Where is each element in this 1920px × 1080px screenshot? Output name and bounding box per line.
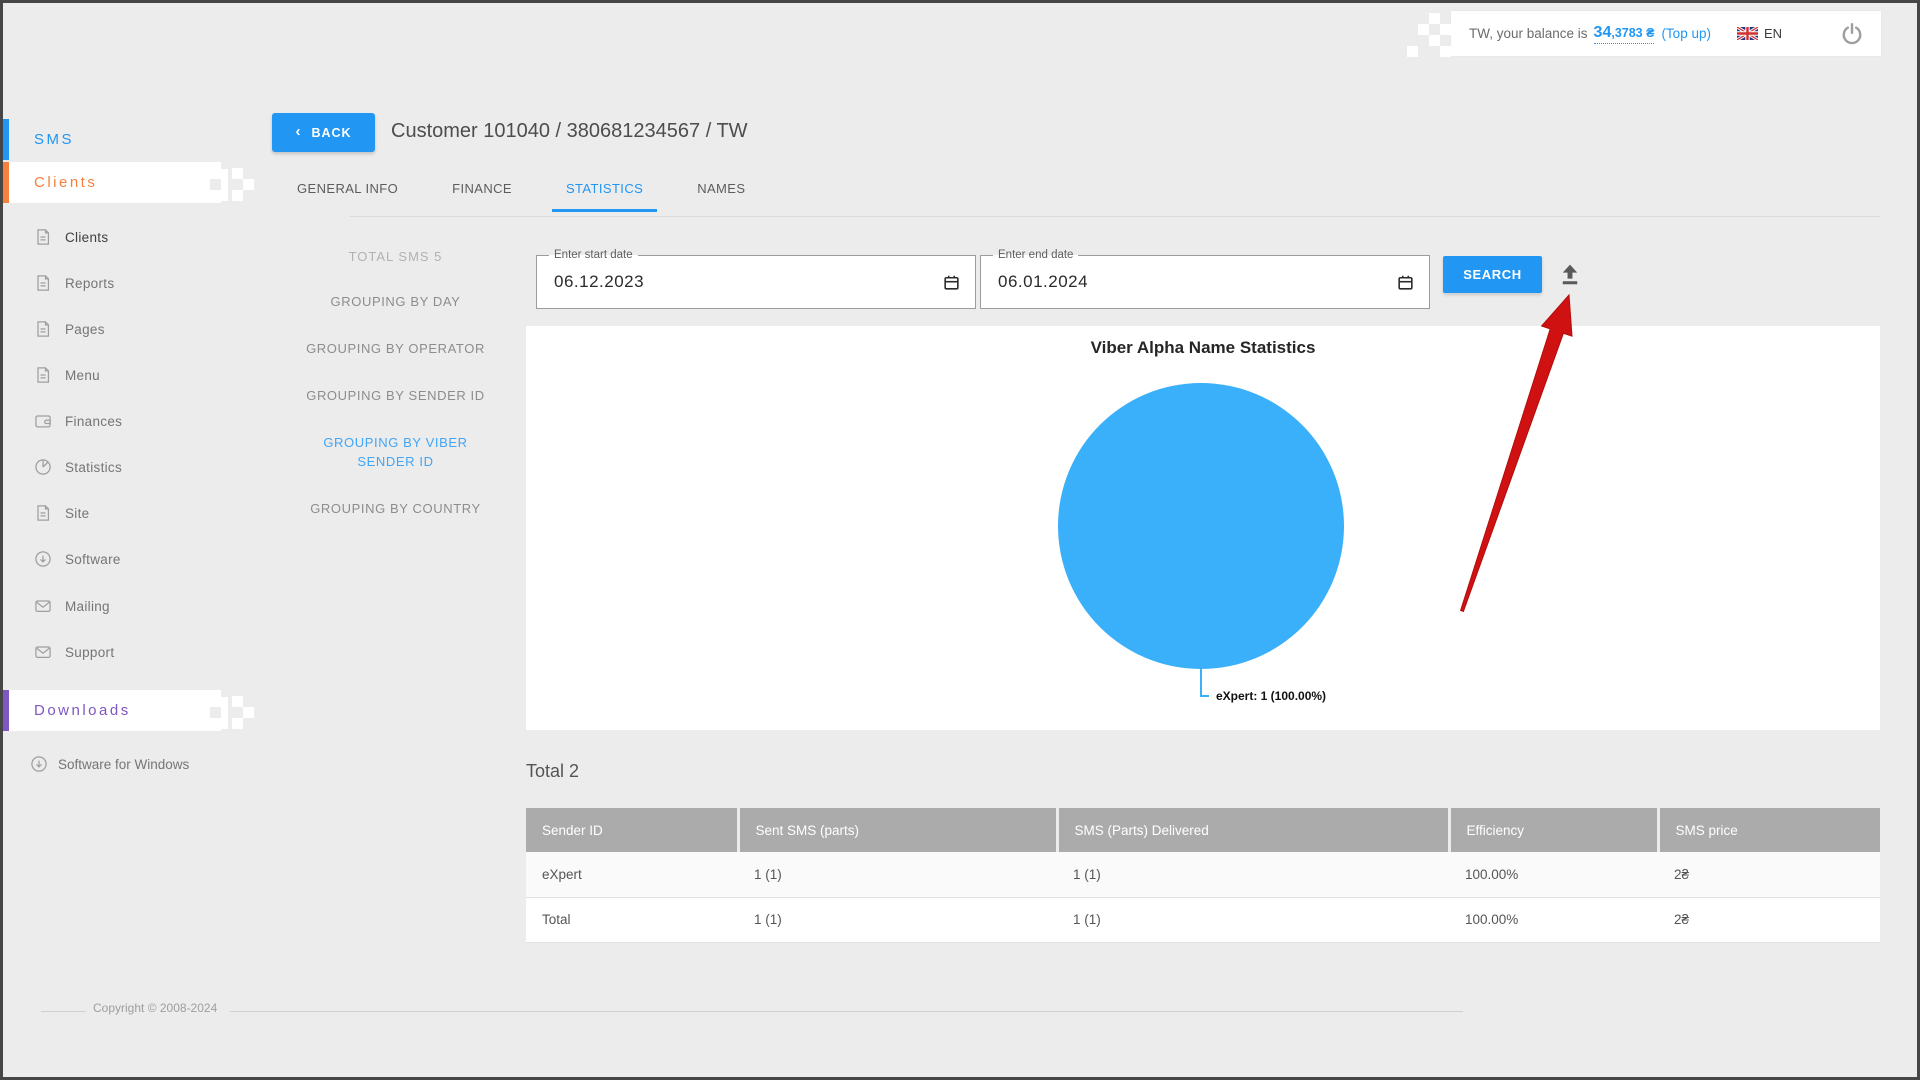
- wallet-icon: [35, 415, 51, 428]
- statistics-table: Sender ID Sent SMS (parts) SMS (Parts) D…: [526, 808, 1880, 943]
- sidebar-item-support[interactable]: Support: [33, 637, 114, 667]
- envelope-icon: [35, 646, 51, 659]
- sidebar-item-menu[interactable]: Menu: [33, 360, 100, 390]
- pixel-decoration: [210, 158, 254, 208]
- sidebar-item-clients[interactable]: Clients: [33, 222, 108, 252]
- pixel-decoration: [210, 686, 254, 736]
- sidebar: SMS Clients Clients Reports Pages Menu F…: [3, 3, 254, 1077]
- sidebar-section-sms[interactable]: SMS: [3, 119, 228, 160]
- subnav-grouping-by-country[interactable]: GROUPING BY COUNTRY: [283, 485, 508, 532]
- sidebar-item-pages[interactable]: Pages: [33, 314, 105, 344]
- start-date-field[interactable]: Enter start date 06.12.2023: [536, 248, 976, 309]
- copyright-text: Copyright © 2008-2024: [93, 1001, 218, 1015]
- end-date-label: Enter end date: [993, 248, 1079, 263]
- footer-divider: [230, 1011, 1463, 1012]
- language-label: EN: [1763, 26, 1783, 41]
- tab-bar: GENERAL INFO FINANCE STATISTICS NAMES: [283, 181, 759, 212]
- document-icon: [37, 367, 50, 383]
- column-header-sms-price: SMS price: [1658, 808, 1880, 852]
- power-icon: [1842, 22, 1862, 44]
- uk-flag-icon: [1736, 27, 1758, 40]
- pie-leader-line: [1200, 669, 1202, 697]
- end-date-field[interactable]: Enter end date 06.01.2024: [980, 248, 1430, 309]
- start-date-value[interactable]: 06.12.2023: [554, 272, 644, 292]
- document-icon: [37, 275, 50, 291]
- pie-slice-expert: [1058, 383, 1344, 669]
- envelope-icon: [35, 600, 51, 613]
- sidebar-section-clients[interactable]: Clients: [3, 158, 254, 208]
- sidebar-section-label: SMS: [34, 131, 75, 148]
- sidebar-item-software[interactable]: Software: [33, 544, 121, 574]
- search-button[interactable]: SEARCH: [1443, 256, 1542, 293]
- table-row-total: Total 1 (1) 1 (1) 100.00% 2₴: [526, 897, 1880, 943]
- sidebar-section-label: Downloads: [34, 702, 131, 719]
- column-header-delivered: SMS (Parts) Delivered: [1057, 808, 1451, 852]
- start-date-label: Enter start date: [549, 248, 638, 263]
- subnav-grouping-by-operator[interactable]: GROUPING BY OPERATOR: [283, 325, 508, 372]
- balance-label: TW, your balance is: [1469, 26, 1588, 41]
- chart-panel: Viber Alpha Name Statistics eXpert: 1 (1…: [526, 326, 1880, 730]
- section-indicator: [3, 690, 9, 731]
- table-total-heading: Total 2: [526, 761, 580, 781]
- app-window: TW, your balance is 34,3783 ₴ (Top up) E…: [0, 0, 1920, 1080]
- calendar-icon[interactable]: [942, 273, 961, 292]
- section-indicator: [3, 162, 9, 203]
- pie-leader-line: [1200, 695, 1209, 697]
- document-icon: [37, 321, 50, 337]
- topbar-panel: TW, your balance is 34,3783 ₴ (Top up) E…: [1407, 11, 1881, 57]
- chart-title: Viber Alpha Name Statistics: [1090, 338, 1316, 357]
- subnav-grouping-by-day[interactable]: GROUPING BY DAY: [283, 278, 508, 325]
- balance-amount[interactable]: 34,3783 ₴: [1593, 24, 1655, 44]
- tab-statistics[interactable]: STATISTICS: [551, 181, 658, 212]
- document-icon: [37, 229, 50, 245]
- chevron-left-icon: ‹: [295, 123, 302, 140]
- tab-general-info[interactable]: GENERAL INFO: [283, 181, 412, 212]
- table-header-row: Sender ID Sent SMS (parts) SMS (Parts) D…: [526, 808, 1880, 852]
- sidebar-item-statistics[interactable]: Statistics: [33, 452, 122, 482]
- sidebar-item-mailing[interactable]: Mailing: [33, 591, 110, 621]
- section-indicator: [3, 119, 9, 160]
- column-header-sender-id: Sender ID: [526, 808, 740, 852]
- pie-slice-label: eXpert: 1 (100.00%): [1216, 689, 1327, 703]
- tabs-divider: [350, 216, 1880, 217]
- document-icon: [37, 505, 50, 521]
- download-icon: [35, 551, 51, 567]
- logout-button[interactable]: [1837, 19, 1867, 49]
- column-header-efficiency: Efficiency: [1449, 808, 1660, 852]
- subnav-grouping-by-sender-id[interactable]: GROUPING BY SENDER ID: [283, 372, 508, 419]
- sidebar-item-software-for-windows[interactable]: Software for Windows: [29, 751, 204, 778]
- pixel-decoration: [1407, 13, 1451, 57]
- pie-chart-icon: [35, 459, 51, 475]
- upload-icon: [1562, 264, 1578, 285]
- top-up-link[interactable]: (Top up): [1661, 26, 1711, 41]
- sidebar-section-downloads[interactable]: Downloads: [3, 686, 254, 736]
- back-button[interactable]: ‹ BACK: [272, 113, 375, 152]
- statistics-subnav: TOTAL SMS 5 GROUPING BY DAY GROUPING BY …: [283, 231, 571, 532]
- page-title: Customer 101040 / 380681234567 / TW: [391, 120, 748, 142]
- tab-names[interactable]: NAMES: [683, 181, 759, 212]
- end-date-value[interactable]: 06.01.2024: [998, 272, 1088, 292]
- subnav-grouping-by-viber-sender-id[interactable]: GROUPING BY VIBER SENDER ID: [283, 419, 571, 485]
- column-header-sent-sms: Sent SMS (parts): [738, 808, 1059, 852]
- total-sms-label: TOTAL SMS 5: [348, 249, 443, 264]
- export-button[interactable]: [1556, 260, 1584, 288]
- sidebar-item-finances[interactable]: Finances: [33, 406, 122, 436]
- language-switcher[interactable]: EN: [1736, 26, 1783, 41]
- sidebar-section-label: Clients: [34, 174, 98, 191]
- sidebar-item-site[interactable]: Site: [33, 498, 89, 528]
- calendar-icon[interactable]: [1396, 273, 1415, 292]
- table-row: eXpert 1 (1) 1 (1) 100.00% 2₴: [526, 852, 1880, 898]
- footer-divider: [41, 1011, 86, 1012]
- download-icon: [31, 756, 47, 772]
- sidebar-item-reports[interactable]: Reports: [33, 268, 114, 298]
- tab-finance[interactable]: FINANCE: [438, 181, 526, 212]
